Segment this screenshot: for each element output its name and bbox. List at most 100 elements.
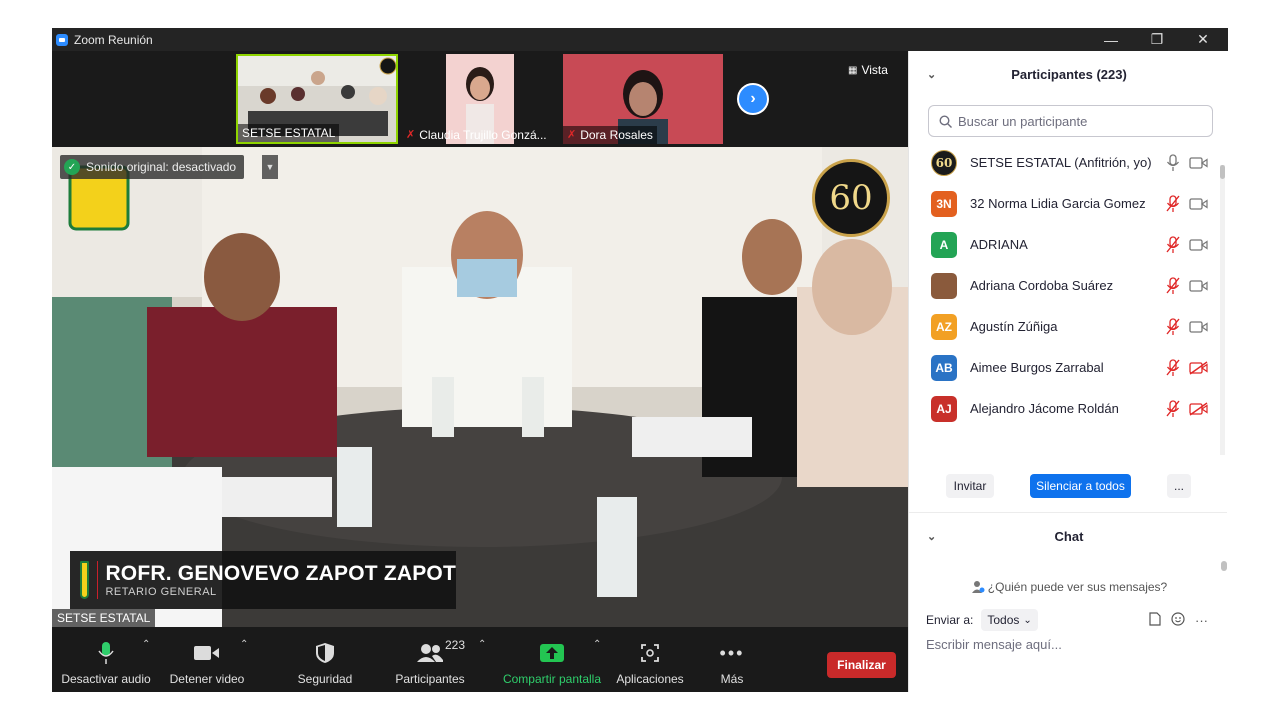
participant-row[interactable]: 3N 32 Norma Lidia Garcia Gomez	[909, 183, 1221, 224]
banner-accent-bar	[96, 561, 98, 599]
participant-row[interactable]: Adriana Cordoba Suárez	[909, 265, 1221, 306]
mic-muted-icon[interactable]	[1165, 235, 1181, 254]
participant-list: 60 SETSE ESTATAL (Anfitrión, yo) 3N 32 Norm…	[909, 142, 1221, 432]
thumbnail-dora[interactable]: ✗ Dora Rosales	[563, 54, 723, 144]
audio-label: Desactivar audio	[61, 672, 151, 686]
mute-audio-button[interactable]: Desactivar audio	[61, 627, 151, 692]
video-off-icon[interactable]	[1188, 400, 1208, 418]
more-options-button[interactable]: ...	[1167, 474, 1191, 498]
participants-button[interactable]: Participantes	[392, 627, 468, 692]
thumbnail-name: Dora Rosales	[580, 128, 653, 142]
invite-button[interactable]: Invitar	[946, 474, 994, 498]
who-can-see-link[interactable]: ¿Quién puede ver sus mensajes?	[909, 577, 1229, 597]
chat-tools: ···	[1149, 612, 1208, 629]
thumbnail-name: SETSE ESTATAL	[238, 124, 340, 142]
thumbnail-strip: SETSE ESTATAL ✗ Claudia Trujillo Gonzá..…	[52, 51, 908, 147]
message-input[interactable]	[926, 637, 1216, 652]
microphone-icon	[98, 640, 114, 666]
zoom-window: Zoom Reunión — ❐ ✕ SETSE ESTATAL ✗ Claud…	[52, 28, 1228, 692]
thumbnail-name: Claudia Trujillo Gonzá...	[419, 128, 547, 142]
share-screen-icon	[540, 640, 564, 666]
share-options-caret[interactable]: ⌃	[593, 639, 601, 650]
view-label: Vista	[861, 63, 888, 77]
microphone-icon[interactable]	[1165, 153, 1181, 172]
collapse-chevron-icon[interactable]: ⌄	[927, 68, 936, 81]
send-to-value: Todos	[987, 613, 1020, 627]
participants-options-caret[interactable]: ⌃	[478, 639, 486, 650]
next-page-button[interactable]: ›	[737, 83, 769, 115]
send-to-row: Enviar a: Todos ⌄	[926, 609, 1038, 631]
participant-row[interactable]: AJ Alejandro Jácome Roldán	[909, 388, 1221, 429]
send-to-dropdown[interactable]: Todos ⌄	[981, 609, 1038, 631]
participant-row[interactable]: 60 SETSE ESTATAL (Anfitrión, yo)	[909, 142, 1221, 183]
chat-header: ⌄ Chat	[909, 519, 1229, 553]
mic-muted-icon[interactable]	[1165, 276, 1181, 295]
search-input[interactable]	[958, 113, 1198, 129]
thumbnail-name-wrap: ✗ Dora Rosales	[563, 126, 657, 144]
video-camera-icon[interactable]	[1188, 154, 1208, 172]
send-to-label: Enviar a:	[926, 613, 974, 627]
security-label: Seguridad	[297, 672, 353, 686]
more-button[interactable]: ••• Más	[708, 627, 756, 692]
more-dots-icon: •••	[719, 642, 745, 663]
minimize-button[interactable]: —	[1088, 28, 1134, 51]
active-speaker-name: SETSE ESTATAL	[52, 609, 156, 627]
video-options-caret[interactable]: ⌃	[240, 639, 248, 650]
audio-options-caret[interactable]: ⌃	[142, 639, 150, 650]
participant-row[interactable]: A ADRIANA	[909, 224, 1221, 265]
video-camera-icon[interactable]	[1188, 236, 1208, 254]
file-icon[interactable]	[1149, 612, 1161, 629]
view-button[interactable]: ▦ Vista	[848, 63, 888, 77]
avatar: AB	[931, 354, 957, 381]
participant-row[interactable]: AB Aimee Burgos Zarrabal	[909, 347, 1221, 388]
video-camera-icon[interactable]	[1188, 277, 1208, 295]
chat-title: Chat	[1054, 528, 1084, 544]
security-button[interactable]: Seguridad	[292, 627, 358, 692]
restore-button[interactable]: ❐	[1134, 28, 1180, 51]
participant-name: Adriana Cordoba Suárez	[970, 278, 1114, 293]
mute-all-button[interactable]: Silenciar a todos	[1030, 474, 1131, 498]
collapse-chevron-icon[interactable]: ⌄	[927, 530, 936, 543]
video-label: Detener video	[169, 672, 245, 686]
emoji-icon[interactable]	[1171, 612, 1185, 629]
title-bar: Zoom Reunión — ❐ ✕	[52, 28, 1228, 51]
close-button[interactable]: ✕	[1180, 28, 1226, 51]
original-sound-indicator[interactable]: ✓ Sonido original: desactivado	[60, 155, 245, 179]
avatar	[931, 272, 957, 299]
thumbnail-setse[interactable]: SETSE ESTATAL	[236, 54, 398, 144]
thumbnail-claudia-label: ✗ Claudia Trujillo Gonzá...	[398, 126, 558, 144]
shield-check-icon: ✓	[64, 159, 80, 175]
avatar: A	[931, 231, 957, 258]
video-camera-icon[interactable]	[1188, 195, 1208, 213]
chevron-down-icon: ▼	[265, 162, 275, 172]
participant-row[interactable]: AZ Agustín Zúñiga	[909, 306, 1221, 347]
mic-muted-icon[interactable]	[1165, 317, 1181, 336]
more-dots-icon[interactable]: ···	[1195, 613, 1208, 628]
main-video: 60 ✓ Sonido original: desactivado ▼ ROFR…	[52, 147, 908, 627]
mic-muted-icon[interactable]	[1165, 399, 1181, 418]
video-camera-icon[interactable]	[1188, 318, 1208, 336]
apps-button[interactable]: Aplicaciones	[614, 627, 686, 692]
participants-label: Participantes	[395, 672, 465, 686]
participant-name: Agustín Zúñiga	[970, 319, 1058, 334]
mic-muted-icon[interactable]	[1165, 194, 1181, 213]
shield-icon	[315, 640, 335, 666]
chat-scrollbar[interactable]	[1221, 561, 1227, 571]
original-sound-dropdown[interactable]: ▼	[262, 155, 278, 179]
participant-search[interactable]	[928, 105, 1213, 137]
participants-header: ⌄ Participantes (223)	[909, 51, 1229, 97]
banner-role: RETARIO GENERAL	[105, 586, 217, 598]
share-label: Compartir pantalla	[502, 672, 602, 686]
share-screen-button[interactable]: Compartir pantalla	[500, 627, 604, 692]
video-off-icon[interactable]	[1188, 359, 1208, 377]
stop-video-button[interactable]: Detener video	[166, 627, 248, 692]
participant-list-scrollbar[interactable]	[1220, 165, 1225, 455]
zoom-app-icon	[56, 33, 68, 46]
scrollbar-thumb[interactable]	[1220, 165, 1225, 179]
end-meeting-button[interactable]: Finalizar	[827, 652, 896, 678]
mic-muted-icon[interactable]	[1165, 358, 1181, 377]
anniversary-60-logo: 60	[812, 159, 890, 237]
chevron-down-icon: ⌄	[1023, 614, 1032, 626]
apps-icon	[640, 640, 660, 666]
message-field[interactable]	[926, 637, 1216, 659]
